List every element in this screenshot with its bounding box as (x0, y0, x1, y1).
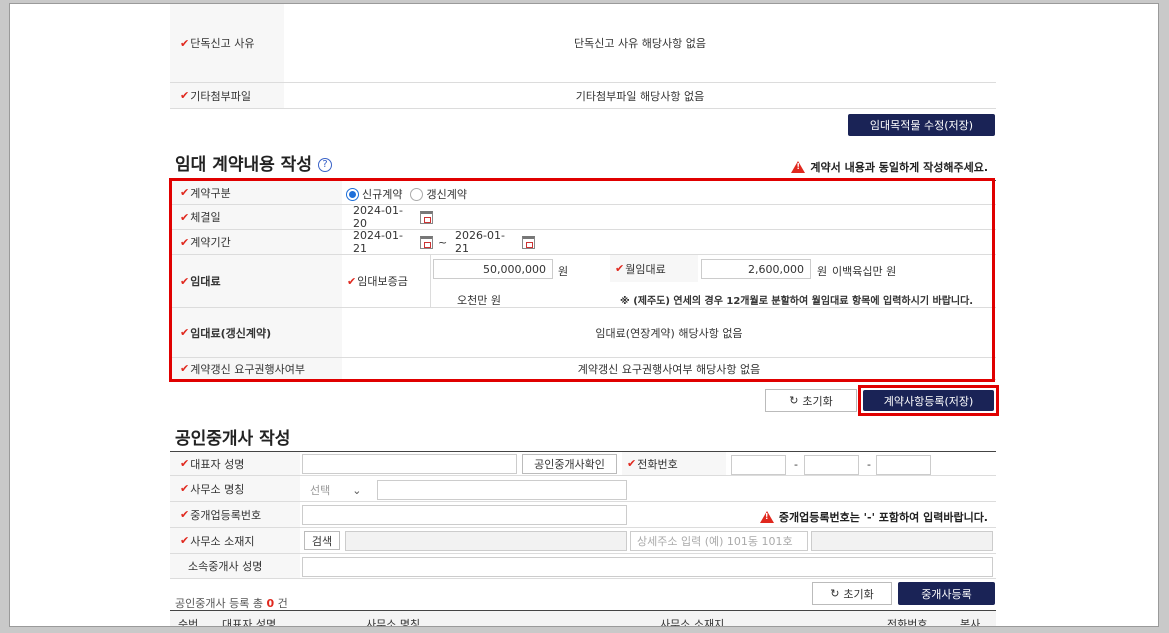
reset-icon: ↻ (789, 394, 799, 407)
check-icon: ✔ (180, 36, 190, 50)
contract-warning-text: 계약서 내용과 동일하게 작성해주세요. (810, 161, 988, 174)
reg-no-label: ✔ 중개업등록번호 (170, 502, 300, 527)
check-icon: ✔ (180, 534, 190, 547)
reg-no-warning: 중개업등록번호는 '-' 포함하여 입력바랍니다. (759, 509, 988, 525)
broker-reset-button[interactable]: ↻ 초기화 (812, 582, 892, 605)
phone-label: ✔ 전화번호 (622, 452, 726, 475)
th-office-addr: 사무소 소재지 (660, 618, 725, 627)
contract-save-button[interactable]: 계약사항등록(저장) (863, 390, 994, 411)
broker-count-prefix: 공인중개사 등록 총 (175, 597, 263, 610)
phone-part1-input[interactable] (731, 455, 786, 475)
address-extra-input[interactable] (811, 531, 993, 551)
highlight-box-contract (169, 178, 995, 382)
broker-section-title: 공인중개사 작성 (175, 429, 291, 449)
rep-name-row: ✔ 대표자 성명 공인중개사확인 ✔ 전화번호 - - (170, 452, 996, 476)
reg-no-input[interactable] (302, 505, 627, 525)
office-select-value: 선택 (310, 484, 331, 497)
broker-count-suffix: 건 (277, 597, 288, 610)
th-office-name: 사무소 명칭 (366, 618, 421, 627)
attachments-label-text: 기타첨부파일 (190, 89, 251, 103)
th-seq: 순번 (178, 618, 199, 627)
verify-broker-button[interactable]: 공인중개사확인 (522, 454, 617, 474)
contract-reset-label: 초기화 (802, 394, 833, 408)
check-icon: ✔ (627, 457, 637, 470)
broker-table-header: 순번 대표자 성명 사무소 명칭 사무소 소재지 전화번호 복사 (170, 611, 996, 627)
office-name-label-text: 사무소 명칭 (190, 482, 245, 496)
rep-name-label: ✔ 대표자 성명 (170, 452, 300, 475)
office-name-input[interactable] (377, 480, 627, 500)
phone-sep: - (794, 458, 798, 471)
address-search-button[interactable]: 검색 (304, 531, 340, 550)
solo-report-row: ✔ 단독신고 사유 단독신고 사유 해당사항 없음 (170, 4, 996, 83)
th-rep-name: 대표자 성명 (222, 618, 277, 627)
office-select[interactable]: 선택 ⌄ (310, 482, 361, 498)
save-rental-property-button[interactable]: 임대목적물 수정(저장) (848, 114, 995, 136)
affiliated-input[interactable] (302, 557, 993, 577)
attachments-label: ✔ 기타첨부파일 (170, 83, 284, 108)
broker-count-value: 0 (266, 597, 275, 610)
attachments-value: 기타첨부파일 해당사항 없음 (575, 89, 705, 103)
chevron-down-icon: ⌄ (352, 484, 362, 497)
broker-count: 공인중개사 등록 총 0 건 (175, 595, 288, 611)
office-name-row: ✔ 사무소 명칭 선택 ⌄ (170, 476, 996, 502)
office-addr-row: ✔ 사무소 소재지 검색 상세주소 입력 (예) 101동 101호 (170, 528, 996, 554)
reset-icon: ↻ (830, 587, 840, 600)
affiliated-label: 소속중개사 성명 (170, 554, 300, 578)
broker-reset-label: 초기화 (843, 587, 874, 601)
reg-no-label-text: 중개업등록번호 (190, 508, 262, 522)
contract-section-title: 임대 계약내용 작성? (175, 150, 332, 175)
rep-name-input[interactable] (302, 454, 517, 474)
phone-label-text: 전화번호 (637, 457, 678, 471)
affiliated-row: 소속중개사 성명 (170, 554, 996, 579)
address-input[interactable] (345, 531, 627, 551)
solo-report-value: 단독신고 사유 해당사항 없음 (574, 37, 706, 50)
contract-reset-button[interactable]: ↻ 초기화 (765, 389, 857, 412)
check-icon: ✔ (180, 482, 190, 495)
register-broker-button[interactable]: 중개사등록 (898, 582, 995, 605)
office-name-label: ✔ 사무소 명칭 (170, 476, 300, 501)
phone-part2-input[interactable] (804, 455, 859, 475)
reg-no-row: ✔중개업등록번호 중개업등록번호는 '-' 포함하여 입력바랍니다. (170, 502, 996, 528)
solo-report-label-text: 단독신고 사유 (190, 37, 255, 50)
check-icon: ✔ (180, 89, 190, 102)
phone-part3-input[interactable] (876, 455, 931, 475)
reg-no-warning-text: 중개업등록번호는 '-' 포함하여 입력바랍니다. (778, 511, 988, 524)
rep-name-label-text: 대표자 성명 (190, 457, 245, 471)
phone-sep: - (867, 458, 871, 471)
page: ✔ 단독신고 사유 단독신고 사유 해당사항 없음 ✔ 기타첨부파일 기타첨부파일 … (9, 3, 1159, 627)
attachments-row: ✔ 기타첨부파일 기타첨부파일 해당사항 없음 (170, 83, 996, 109)
warning-icon (759, 511, 774, 523)
help-icon[interactable]: ? (317, 158, 332, 172)
office-addr-label-text: 사무소 소재지 (190, 534, 255, 548)
solo-report-label: ✔ 단독신고 사유 (170, 4, 284, 82)
contract-title-text: 임대 계약내용 작성 (175, 155, 312, 175)
check-icon: ✔ (180, 457, 190, 470)
th-phone: 전화번호 (887, 618, 928, 627)
contract-warning: 계약서 내용과 동일하게 작성해주세요. (791, 159, 988, 175)
office-addr-label: ✔ 사무소 소재지 (170, 528, 300, 553)
address-detail-input[interactable]: 상세주소 입력 (예) 101동 101호 (630, 531, 808, 551)
check-icon: ✔ (180, 508, 190, 521)
th-copy: 복사 (960, 618, 981, 627)
warning-icon (791, 161, 806, 173)
